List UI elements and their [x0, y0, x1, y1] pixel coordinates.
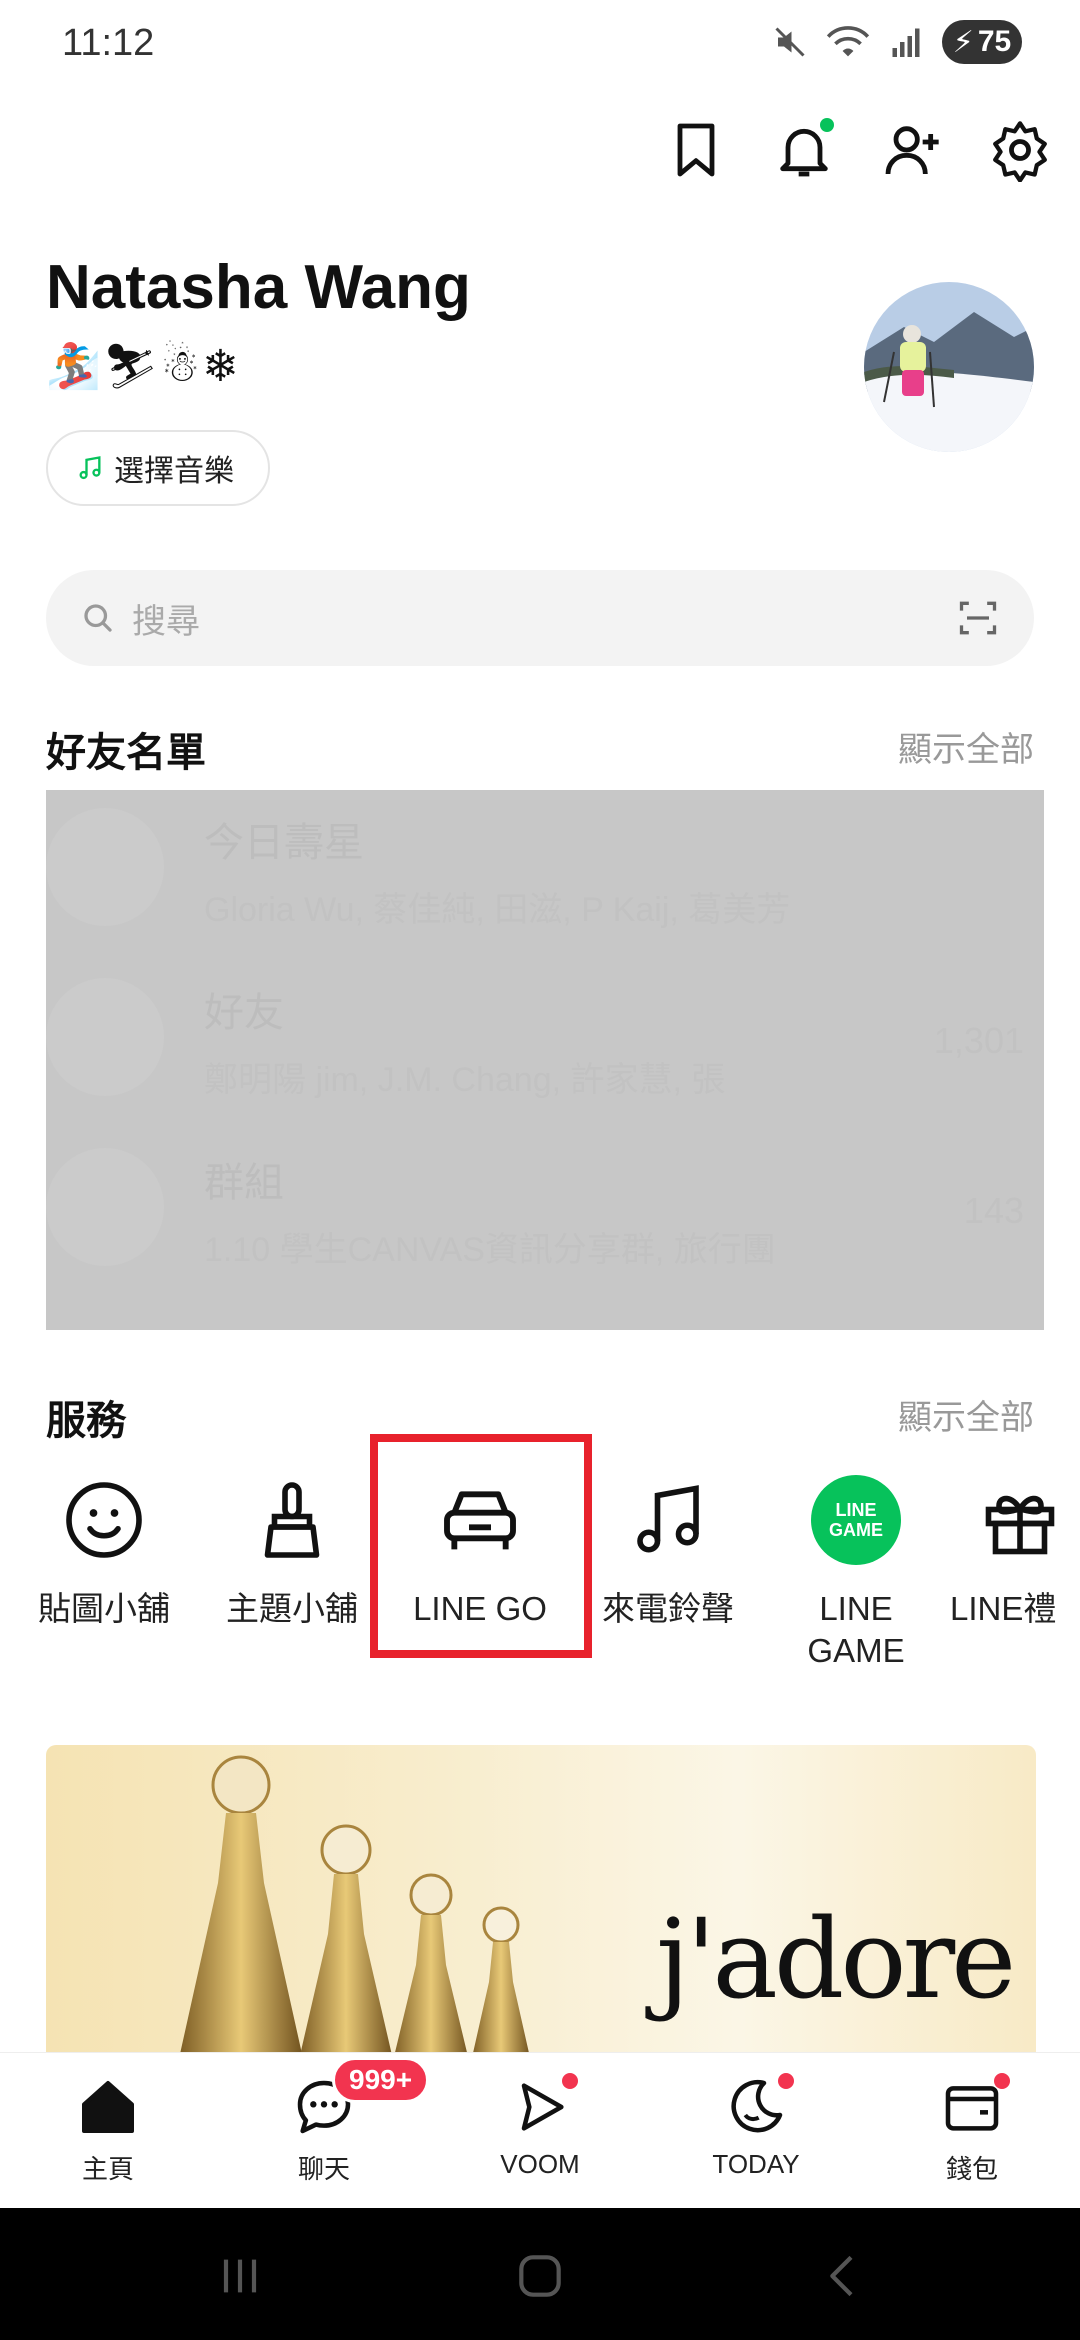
- bottom-navigation: 主頁 999+ 聊天 VOOM TODAY 錢包: [0, 2052, 1080, 2208]
- music-note-small-icon: [79, 456, 101, 480]
- gift-icon: [970, 1470, 1070, 1570]
- select-music-button[interactable]: 選擇音樂: [46, 430, 270, 506]
- banner-brand-text: j'adore: [656, 1895, 1016, 2023]
- friend-group-title: 群組: [204, 1161, 284, 1205]
- battery-indicator: ⚡ 75: [942, 20, 1022, 64]
- service-label: 來電鈴聲: [602, 1590, 734, 1627]
- recent-apps-icon[interactable]: [212, 2248, 268, 2304]
- settings-gear-icon[interactable]: [988, 118, 1052, 183]
- smiley-icon: [54, 1470, 154, 1570]
- service-ringtones[interactable]: 來電鈴聲: [574, 1470, 762, 1630]
- today-moon-icon: [724, 2073, 794, 2139]
- service-label: 主題小舖: [226, 1590, 358, 1627]
- system-navigation-bar: [0, 2208, 1080, 2340]
- nav-label: 錢包: [945, 2154, 998, 2184]
- profile-avatar[interactable]: [864, 282, 1034, 452]
- notification-dot: [820, 118, 834, 132]
- service-line-game[interactable]: LINE GAME LINE GAME: [762, 1470, 950, 1672]
- top-actions: [664, 118, 1052, 183]
- add-friend-icon[interactable]: [880, 118, 944, 182]
- nav-voom[interactable]: VOOM: [460, 2073, 620, 2180]
- wallet-dot: [994, 2073, 1010, 2089]
- service-label: LINE GAME: [807, 1590, 905, 1669]
- voom-play-icon: [508, 2073, 578, 2139]
- wifi-icon: [826, 26, 870, 57]
- service-theme-shop[interactable]: 主題小舖: [198, 1470, 386, 1630]
- friend-group-row[interactable]: 今日壽星 Gloria Wu, 蔡佳純, 田滋, P Kaij, 葛美芳: [46, 790, 1044, 960]
- paint-brush-icon: [242, 1470, 342, 1570]
- wallet-icon: [940, 2073, 1010, 2139]
- nav-label: 聊天: [297, 2154, 350, 2184]
- search-placeholder: 搜尋: [132, 602, 200, 641]
- qr-scan-icon[interactable]: [956, 596, 1000, 640]
- nav-home[interactable]: 主頁: [28, 2075, 188, 2186]
- profile-name[interactable]: Natasha Wang: [46, 252, 471, 323]
- perfume-bottles-image: [179, 1755, 530, 2055]
- chat-unread-badge: 999+: [332, 2057, 430, 2103]
- today-dot: [778, 2073, 794, 2089]
- friends-section-title: 好友名單: [46, 731, 206, 775]
- friend-group-row[interactable]: 群組 1.10 學生CANVAS資訊分享群, 旅行團 143: [46, 1130, 1044, 1300]
- friend-group-subtitle: Gloria Wu, 蔡佳純, 田滋, P Kaij, 葛美芳: [204, 891, 791, 929]
- birthday-avatar: [46, 808, 164, 926]
- notification-bell-icon[interactable]: [772, 118, 836, 182]
- services-show-all-link[interactable]: 顯示全部: [898, 1390, 1034, 1439]
- chat-icon: 999+: [292, 2057, 430, 2139]
- line-game-icon: LINE GAME: [806, 1470, 906, 1570]
- service-line-gift[interactable]: LINE禮: [950, 1470, 1080, 1630]
- home-button-icon[interactable]: [512, 2248, 568, 2304]
- highlight-annotation-box: [370, 1434, 592, 1658]
- charging-icon: ⚡: [952, 25, 974, 59]
- ad-banner[interactable]: j'adore: [46, 1745, 1036, 2055]
- search-icon: [84, 604, 112, 632]
- line-game-icon-text-1: LINE: [835, 1500, 877, 1520]
- friend-group-count: 1,301: [933, 1020, 1024, 1061]
- nav-label: 主頁: [81, 2154, 134, 2184]
- groups-avatar: [46, 1148, 164, 1266]
- friend-group-count: 143: [963, 1190, 1024, 1231]
- service-sticker-shop[interactable]: 貼圖小舖: [10, 1470, 198, 1630]
- friend-group-title: 好友: [204, 991, 284, 1035]
- select-music-label: 選擇音樂: [114, 455, 234, 488]
- back-icon[interactable]: [816, 2248, 872, 2304]
- voom-dot: [562, 2073, 578, 2089]
- friend-group-title: 今日壽星: [204, 821, 364, 865]
- nav-wallet[interactable]: 錢包: [892, 2073, 1052, 2186]
- nav-label: TODAY: [712, 2149, 800, 2179]
- line-game-icon-text-2: GAME: [829, 1520, 883, 1540]
- friends-list-overlay: 今日壽星 Gloria Wu, 蔡佳純, 田滋, P Kaij, 葛美芳 好友 …: [46, 790, 1044, 1330]
- bookmark-icon[interactable]: [664, 118, 728, 182]
- status-time: 11:12: [62, 22, 155, 64]
- status-bar: 11:12 ⚡ 75: [0, 0, 1080, 92]
- friend-group-subtitle: 鄭明陽 jim, J.M. Chang, 許家慧, 張: [204, 1061, 726, 1099]
- signal-icon: [892, 28, 920, 57]
- nav-chat[interactable]: 999+ 聊天: [244, 2057, 430, 2186]
- profile-status-message[interactable]: 🏂⛷☃❄: [46, 340, 241, 392]
- service-label: 貼圖小舖: [38, 1590, 170, 1627]
- services-section-title: 服務: [46, 1399, 126, 1443]
- nav-today[interactable]: TODAY: [676, 2073, 836, 2180]
- search-bar[interactable]: 搜尋: [46, 570, 1034, 666]
- friends-show-all-link[interactable]: 顯示全部: [898, 722, 1034, 771]
- friends-avatar: [46, 978, 164, 1096]
- home-icon: [76, 2075, 140, 2139]
- mute-icon: [775, 27, 805, 57]
- battery-level: 75: [977, 25, 1012, 58]
- nav-label: VOOM: [500, 2149, 580, 2179]
- status-icons: ⚡ 75: [772, 20, 1022, 64]
- friend-group-subtitle: 1.10 學生CANVAS資訊分享群, 旅行團: [204, 1231, 776, 1269]
- music-note-icon: [618, 1470, 718, 1570]
- service-label: LINE禮: [950, 1590, 1057, 1627]
- friend-group-row[interactable]: 好友 鄭明陽 jim, J.M. Chang, 許家慧, 張 1,301: [46, 960, 1044, 1130]
